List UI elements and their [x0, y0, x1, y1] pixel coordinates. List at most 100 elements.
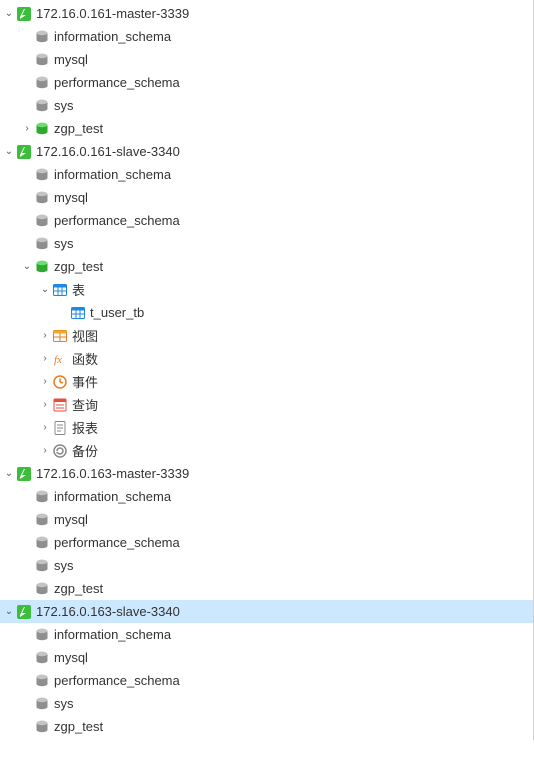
tree-row[interactable]: sys: [0, 94, 533, 117]
chevron-right-icon[interactable]: ›: [38, 439, 52, 462]
db-grey-icon: [34, 75, 50, 91]
tree-item-label: information_schema: [54, 29, 171, 44]
chevron-down-icon[interactable]: ⌄: [2, 462, 16, 485]
tree-row[interactable]: zgp_test: [0, 577, 533, 600]
tree-row[interactable]: ⌄ zgp_test: [0, 255, 533, 278]
chevron-down-icon[interactable]: ⌄: [2, 140, 16, 163]
db-grey-icon: [34, 581, 50, 597]
db-grey-icon: [34, 627, 50, 643]
db-grey-icon: [34, 719, 50, 735]
chevron-right-icon[interactable]: ›: [38, 393, 52, 416]
tree-row[interactable]: information_schema: [0, 163, 533, 186]
tree-item-label: zgp_test: [54, 121, 103, 136]
db-grey-icon: [34, 558, 50, 574]
tree-item-label: 报表: [72, 418, 98, 437]
tree-item-label: mysql: [54, 52, 88, 67]
chevron-down-icon[interactable]: ⌄: [2, 2, 16, 25]
tree-item-label: mysql: [54, 190, 88, 205]
tree-item-label: mysql: [54, 512, 88, 527]
tree-item-label: 视图: [72, 326, 98, 345]
tree-item-label: information_schema: [54, 489, 171, 504]
db-grey-icon: [34, 190, 50, 206]
tree-item-label: 事件: [72, 372, 98, 391]
tree-row[interactable]: › zgp_test: [0, 117, 533, 140]
chevron-right-icon[interactable]: ›: [20, 117, 34, 140]
table-icon: [70, 305, 86, 321]
tree-row[interactable]: ⌄ 172.16.0.161-slave-3340: [0, 140, 533, 163]
tree-row[interactable]: ⌄ 172.16.0.163-master-3339: [0, 462, 533, 485]
db-grey-icon: [34, 512, 50, 528]
tree-item-label: 172.16.0.163-slave-3340: [36, 604, 180, 619]
backup-icon: [52, 443, 68, 459]
tree-row[interactable]: performance_schema: [0, 669, 533, 692]
chevron-right-icon[interactable]: ›: [38, 324, 52, 347]
tree-row[interactable]: performance_schema: [0, 531, 533, 554]
tree-row[interactable]: information_schema: [0, 485, 533, 508]
tree-row[interactable]: ⌄ 172.16.0.161-master-3339: [0, 2, 533, 25]
tree-item-label: sys: [54, 696, 74, 711]
database-tree: ⌄ 172.16.0.161-master-3339 information_sch…: [0, 0, 533, 740]
chevron-right-icon[interactable]: ›: [38, 416, 52, 439]
tree-item-label: information_schema: [54, 627, 171, 642]
report-icon: [52, 420, 68, 436]
tree-item-label: performance_schema: [54, 75, 180, 90]
tree-item-label: zgp_test: [54, 719, 103, 734]
tree-item-label: performance_schema: [54, 213, 180, 228]
chevron-right-icon[interactable]: ›: [38, 370, 52, 393]
connection-green-icon: [16, 466, 32, 482]
tree-row[interactable]: ⌄ 172.16.0.163-slave-3340: [0, 600, 533, 623]
tree-item-label: zgp_test: [54, 581, 103, 596]
tree-item-label: t_user_tb: [90, 305, 144, 320]
tree-row[interactable]: › 视图: [0, 324, 533, 347]
tree-row[interactable]: sys: [0, 692, 533, 715]
tree-row[interactable]: mysql: [0, 508, 533, 531]
tree-item-label: 表: [72, 280, 85, 299]
db-green-icon: [34, 259, 50, 275]
db-grey-icon: [34, 236, 50, 252]
db-grey-icon: [34, 213, 50, 229]
db-grey-icon: [34, 535, 50, 551]
tree-item-label: 172.16.0.163-master-3339: [36, 466, 189, 481]
function-icon: fx: [52, 351, 68, 367]
tree-item-label: information_schema: [54, 167, 171, 182]
chevron-down-icon[interactable]: ⌄: [20, 255, 34, 278]
chevron-right-icon[interactable]: ›: [38, 347, 52, 370]
db-grey-icon: [34, 696, 50, 712]
connection-green-icon: [16, 144, 32, 160]
tree-item-label: zgp_test: [54, 259, 103, 274]
tree-row[interactable]: information_schema: [0, 623, 533, 646]
tree-row[interactable]: › 查询: [0, 393, 533, 416]
db-grey-icon: [34, 489, 50, 505]
tree-row[interactable]: information_schema: [0, 25, 533, 48]
tree-row[interactable]: performance_schema: [0, 209, 533, 232]
tree-row[interactable]: mysql: [0, 646, 533, 669]
view-icon: [52, 328, 68, 344]
db-grey-icon: [34, 52, 50, 68]
tree-row[interactable]: mysql: [0, 48, 533, 71]
tree-row[interactable]: performance_schema: [0, 71, 533, 94]
tree-item-label: mysql: [54, 650, 88, 665]
chevron-down-icon[interactable]: ⌄: [2, 600, 16, 623]
connection-green-icon: [16, 6, 32, 22]
tree-item-label: 备份: [72, 441, 98, 460]
tree-row[interactable]: › 事件: [0, 370, 533, 393]
tree-row[interactable]: t_user_tb: [0, 301, 533, 324]
tree-row[interactable]: › 报表: [0, 416, 533, 439]
chevron-down-icon[interactable]: ⌄: [38, 278, 52, 301]
tree-row[interactable]: zgp_test: [0, 715, 533, 738]
tree-row[interactable]: sys: [0, 554, 533, 577]
tree-item-label: sys: [54, 558, 74, 573]
db-grey-icon: [34, 673, 50, 689]
tree-row[interactable]: mysql: [0, 186, 533, 209]
tree-row[interactable]: ⌄表: [0, 278, 533, 301]
tree-row[interactable]: sys: [0, 232, 533, 255]
tree-item-label: 查询: [72, 395, 98, 414]
tree-row[interactable]: › 备份: [0, 439, 533, 462]
table-folder-icon: [52, 282, 68, 298]
tree-item-label: 172.16.0.161-master-3339: [36, 6, 189, 21]
db-grey-icon: [34, 167, 50, 183]
db-green-icon: [34, 121, 50, 137]
query-icon: [52, 397, 68, 413]
tree-item-label: 172.16.0.161-slave-3340: [36, 144, 180, 159]
tree-row[interactable]: ›fx函数: [0, 347, 533, 370]
